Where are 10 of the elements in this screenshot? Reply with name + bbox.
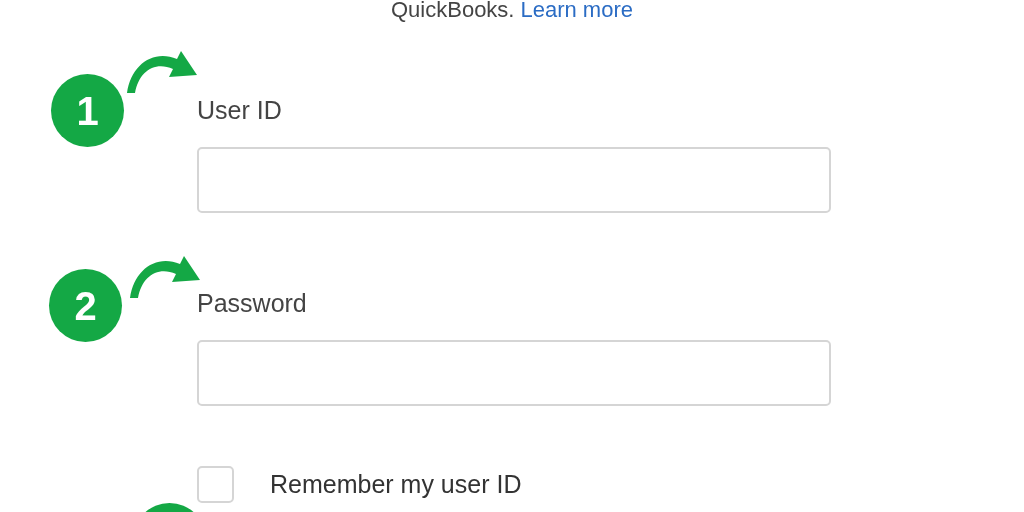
intro-text: QuickBooks. xyxy=(391,0,515,20)
step-badge: 2 xyxy=(49,269,122,342)
checkbox[interactable] xyxy=(197,466,234,504)
input-field[interactable] xyxy=(197,147,831,213)
input-field[interactable] xyxy=(197,340,831,406)
checkbox-label: Remember my user ID xyxy=(270,469,522,500)
field-label: User ID xyxy=(197,95,283,125)
field-label: Password xyxy=(197,288,308,318)
step-badge: 1 xyxy=(51,74,124,147)
learn-more-link[interactable]: Learn more xyxy=(520,0,633,20)
